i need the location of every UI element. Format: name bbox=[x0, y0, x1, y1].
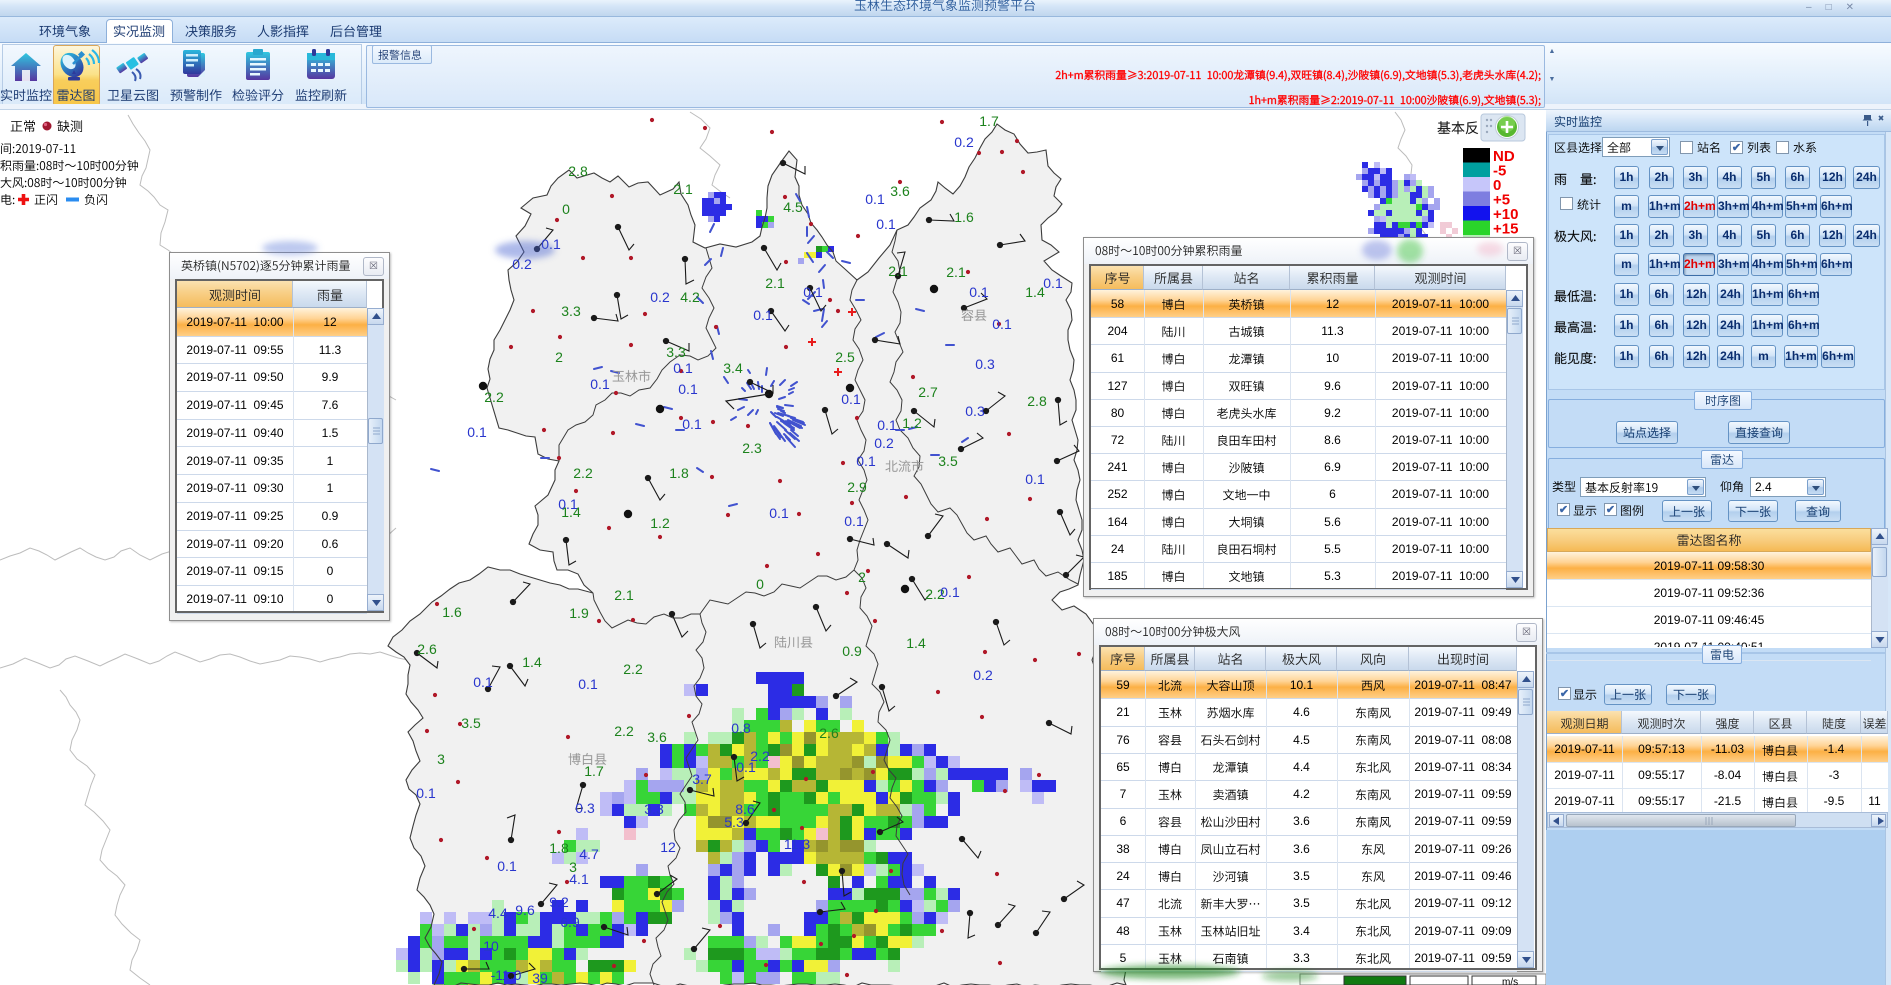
svg-text:3.5: 3.5 bbox=[938, 453, 958, 469]
svg-text:3.4: 3.4 bbox=[723, 360, 743, 376]
svg-text:2.8: 2.8 bbox=[1027, 393, 1047, 409]
svg-text:2.8: 2.8 bbox=[568, 163, 588, 179]
svg-text:0.1: 0.1 bbox=[736, 759, 756, 775]
svg-text:0.1: 0.1 bbox=[416, 785, 436, 801]
svg-text:0.1: 0.1 bbox=[769, 505, 789, 521]
svg-text:0.1: 0.1 bbox=[678, 381, 698, 397]
svg-text:0.1: 0.1 bbox=[856, 453, 876, 469]
svg-text:0.1: 0.1 bbox=[992, 316, 1012, 332]
svg-text:3.3: 3.3 bbox=[666, 344, 686, 360]
svg-text:1.9: 1.9 bbox=[569, 605, 589, 621]
svg-text:0.1: 0.1 bbox=[590, 376, 610, 392]
svg-text:9.6: 9.6 bbox=[515, 902, 535, 918]
svg-text:2.1: 2.1 bbox=[614, 587, 634, 603]
svg-text:-11.0: -11.0 bbox=[491, 967, 522, 983]
svg-text:2: 2 bbox=[555, 349, 563, 365]
svg-text:0.1: 0.1 bbox=[673, 360, 693, 376]
svg-text:2.5: 2.5 bbox=[835, 349, 855, 365]
svg-text:1.4: 1.4 bbox=[906, 635, 926, 651]
svg-text:4.1: 4.1 bbox=[569, 871, 589, 887]
svg-text:3.3: 3.3 bbox=[561, 303, 581, 319]
svg-text:1.2: 1.2 bbox=[902, 415, 922, 431]
svg-text:3.5: 3.5 bbox=[461, 715, 481, 731]
svg-text:0.2: 0.2 bbox=[954, 134, 974, 150]
svg-text:4.2: 4.2 bbox=[680, 289, 700, 305]
svg-text:3.6: 3.6 bbox=[647, 729, 667, 745]
svg-text:0.1: 0.1 bbox=[940, 584, 960, 600]
svg-text:3.6: 3.6 bbox=[890, 183, 910, 199]
svg-text:1.4: 1.4 bbox=[1025, 284, 1045, 300]
svg-text:12: 12 bbox=[660, 839, 676, 855]
svg-text:0.2: 0.2 bbox=[874, 435, 894, 451]
svg-text:1.7: 1.7 bbox=[584, 763, 604, 779]
svg-text:5.3: 5.3 bbox=[724, 814, 744, 830]
svg-text:2.3: 2.3 bbox=[742, 440, 762, 456]
svg-text:3.3: 3.3 bbox=[644, 801, 664, 817]
svg-text:0.1: 0.1 bbox=[558, 496, 578, 512]
svg-text:1.4: 1.4 bbox=[522, 654, 542, 670]
svg-text:0.1: 0.1 bbox=[467, 424, 487, 440]
svg-text:2.7: 2.7 bbox=[918, 384, 938, 400]
svg-text:2.6: 2.6 bbox=[819, 725, 839, 741]
svg-text:2.1: 2.1 bbox=[946, 264, 966, 280]
svg-text:9.2: 9.2 bbox=[549, 894, 569, 910]
svg-text:0.9: 0.9 bbox=[842, 643, 862, 659]
svg-text:2.1: 2.1 bbox=[888, 263, 908, 279]
svg-text:2.2: 2.2 bbox=[623, 661, 643, 677]
svg-text:39: 39 bbox=[532, 970, 548, 985]
svg-text:0.2: 0.2 bbox=[512, 256, 532, 272]
svg-text:2.1: 2.1 bbox=[673, 181, 693, 197]
svg-text:1.2: 1.2 bbox=[650, 515, 670, 531]
svg-text:0.1: 0.1 bbox=[803, 284, 823, 300]
svg-text:0: 0 bbox=[562, 201, 570, 217]
svg-text:0.3: 0.3 bbox=[575, 800, 595, 816]
svg-text:1.8: 1.8 bbox=[669, 465, 689, 481]
svg-text:0.1: 0.1 bbox=[753, 307, 773, 323]
svg-text:+15: +15 bbox=[1493, 221, 1518, 238]
svg-text:2.6: 2.6 bbox=[417, 641, 437, 657]
svg-text:3.7: 3.7 bbox=[692, 771, 712, 787]
svg-text:1.6: 1.6 bbox=[442, 604, 462, 620]
svg-text:m/s: m/s bbox=[1502, 977, 1518, 985]
svg-text:0.1: 0.1 bbox=[844, 513, 864, 529]
svg-text:10: 10 bbox=[483, 938, 499, 954]
svg-text:0.1: 0.1 bbox=[1025, 471, 1045, 487]
svg-text:0.1: 0.1 bbox=[541, 236, 561, 252]
svg-text:2.1: 2.1 bbox=[765, 275, 785, 291]
svg-text:0: 0 bbox=[756, 576, 764, 592]
svg-text:0.1: 0.1 bbox=[877, 417, 897, 433]
svg-text:0.8: 0.8 bbox=[731, 720, 751, 736]
svg-text:1.7: 1.7 bbox=[979, 113, 999, 129]
svg-text:0.1: 0.1 bbox=[578, 676, 598, 692]
svg-text:0.1: 0.1 bbox=[497, 858, 517, 874]
svg-text:0.3: 0.3 bbox=[965, 403, 985, 419]
svg-text:3: 3 bbox=[437, 751, 445, 767]
svg-text:4.4: 4.4 bbox=[488, 905, 508, 921]
svg-text:0.1: 0.1 bbox=[865, 191, 885, 207]
svg-text:11.3: 11.3 bbox=[784, 836, 810, 852]
svg-text:2.9: 2.9 bbox=[847, 479, 867, 495]
svg-text:0.2: 0.2 bbox=[650, 289, 670, 305]
svg-text:4.7: 4.7 bbox=[579, 846, 599, 862]
svg-text:1.8: 1.8 bbox=[549, 840, 569, 856]
svg-text:0.2: 0.2 bbox=[973, 667, 993, 683]
svg-text:0.1: 0.1 bbox=[1043, 275, 1063, 291]
svg-text:2.2: 2.2 bbox=[614, 723, 634, 739]
svg-text:0.1: 0.1 bbox=[841, 391, 861, 407]
svg-text:1.6: 1.6 bbox=[954, 209, 974, 225]
svg-text:0.3: 0.3 bbox=[975, 356, 995, 372]
svg-text:2.2: 2.2 bbox=[573, 465, 593, 481]
svg-text:0.1: 0.1 bbox=[969, 284, 989, 300]
svg-text:6.9: 6.9 bbox=[560, 914, 580, 930]
svg-text:2: 2 bbox=[858, 569, 866, 585]
svg-text:0.1: 0.1 bbox=[682, 416, 702, 432]
svg-text:0.1: 0.1 bbox=[876, 216, 896, 232]
svg-text:2.2: 2.2 bbox=[484, 389, 504, 405]
svg-text:0.1: 0.1 bbox=[473, 674, 493, 690]
svg-text:4.5: 4.5 bbox=[783, 199, 803, 215]
